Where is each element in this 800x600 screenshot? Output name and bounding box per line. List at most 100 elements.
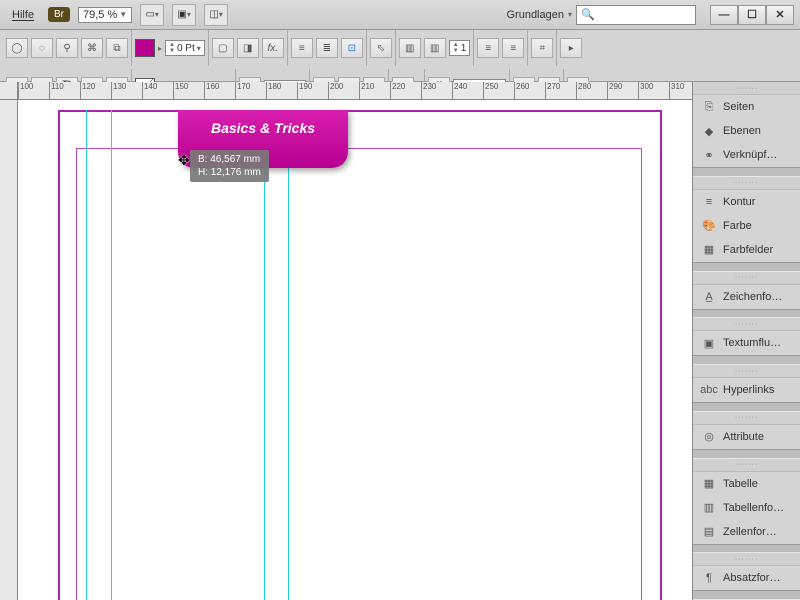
panel-hyperlinks-icon: abc	[701, 383, 717, 397]
panel-label: Hyperlinks	[723, 384, 774, 396]
page-area[interactable]: Basics & Tricks ✥ B: 46,567 mm H: 12,176…	[18, 100, 692, 600]
fx-icon[interactable]: ▢	[212, 38, 234, 58]
close-button[interactable]: ✕	[766, 5, 794, 25]
ruler-tick: 240	[452, 82, 467, 100]
panel-attributes[interactable]: ◎ Attribute	[693, 425, 800, 449]
panel-label: Absatzfor…	[723, 572, 780, 584]
panel-grip[interactable]: ·······	[693, 177, 800, 190]
panel-grip[interactable]: ·······	[693, 553, 800, 566]
fx-icon[interactable]: ◨	[237, 38, 259, 58]
view-mode-3[interactable]: ◫▾	[204, 4, 228, 26]
maximize-button[interactable]: ☐	[738, 5, 766, 25]
menubar: Hilfe Br 79,5 %▼ ▭▾ ▣▾ ◫▾ Grundlagen▾ 🔍 …	[0, 0, 800, 30]
ruler-tick: 260	[514, 82, 529, 100]
more-icon[interactable]: ▸	[560, 38, 582, 58]
panel-links[interactable]: ⚭Verknüpf…	[693, 143, 800, 167]
transform-icon[interactable]: ⌗	[531, 38, 553, 58]
ruler-tick: 180	[266, 82, 281, 100]
ruler-tick: 140	[142, 82, 157, 100]
columns-count[interactable]: ▲▼1	[449, 40, 471, 56]
columns-icon[interactable]: ▥	[424, 38, 446, 58]
ruler-tick: 160	[204, 82, 219, 100]
panel-label: Seiten	[723, 101, 754, 113]
panel-grip[interactable]: ·······	[693, 82, 800, 95]
align-icon[interactable]: ≡	[291, 38, 313, 58]
tool-icon[interactable]: ◯	[6, 38, 28, 58]
document-canvas[interactable]: 1001101201301401501601701801902002102202…	[0, 82, 692, 600]
align-icon[interactable]: ≣	[316, 38, 338, 58]
panel-tablestyles[interactable]: ▥ Tabellenfo…	[693, 496, 800, 520]
minimize-button[interactable]: —	[710, 5, 738, 25]
panel-grip[interactable]: ·······	[693, 272, 800, 285]
align-icon[interactable]: ⊡	[341, 38, 363, 58]
stroke-weight[interactable]: ▲▼0 Pt▾	[165, 40, 205, 56]
list-icon[interactable]: ≡	[502, 38, 524, 58]
panel-label: Tabelle	[723, 478, 758, 490]
menu-help[interactable]: Hilfe	[6, 6, 40, 24]
ruler-origin[interactable]	[0, 82, 18, 100]
panel-pages[interactable]: ⎘ Seiten	[693, 95, 800, 119]
panel-table[interactable]: ▦Tabelle	[693, 472, 800, 496]
tool-icon[interactable]: ◌	[31, 38, 53, 58]
panel-color-icon: 🎨	[701, 219, 717, 233]
ruler-vertical[interactable]	[0, 100, 18, 600]
panel-label: Farbfelder	[723, 244, 773, 256]
panel-grip[interactable]: ·······	[693, 365, 800, 378]
guide-vertical[interactable]	[264, 110, 265, 600]
anchor-icon[interactable]: ⚲	[56, 38, 78, 58]
workspace-selector[interactable]: Grundlagen▾	[506, 9, 572, 21]
ruler-tick: 310	[669, 82, 684, 100]
panel-tablestyles-icon: ▥	[701, 501, 717, 515]
panel-cellstyles-icon: ▤	[701, 525, 717, 539]
tool-icon[interactable]: ⌘	[81, 38, 103, 58]
panel-label: Zeichenfo…	[723, 291, 782, 303]
control-bar: ◯ ◌ ⚲ ⌘ ⧉ ▸ ▲▼0 Pt▾ ▢ ◨ fx. ≡ ≣ ⊡ ⬁ ▥ ▥ …	[0, 30, 800, 82]
panel-label: Farbe	[723, 220, 752, 232]
ruler-tick: 170	[235, 82, 250, 100]
panel-attributes-icon: ◎	[701, 430, 717, 444]
panel-textwrap-icon: ▣	[701, 336, 717, 350]
panel-parastyles[interactable]: ¶ Absatzfor…	[693, 566, 800, 590]
guide-vertical[interactable]	[111, 110, 112, 600]
panel-textwrap[interactable]: ▣ Textumflu…	[693, 331, 800, 355]
panel-stroke[interactable]: ≡Kontur	[693, 190, 800, 214]
tab-title: Basics & Tricks	[211, 120, 315, 136]
ruler-tick: 120	[80, 82, 95, 100]
tool-icon[interactable]: ⧉	[106, 38, 128, 58]
ruler-horizontal[interactable]: 1001101201301401501601701801902002102202…	[18, 82, 692, 100]
move-cursor-icon: ✥	[178, 152, 190, 169]
search-input[interactable]: 🔍	[576, 5, 696, 25]
guide-vertical[interactable]	[86, 110, 87, 600]
panel-label: Zellenfor…	[723, 526, 777, 538]
view-mode-2[interactable]: ▣▾	[172, 4, 196, 26]
panel-label: Ebenen	[723, 125, 761, 137]
panel-grip[interactable]: ·······	[693, 412, 800, 425]
fx-button[interactable]: fx.	[262, 38, 284, 58]
panel-grip[interactable]: ·······	[693, 318, 800, 331]
panel-swatches[interactable]: ▦Farbfelder	[693, 238, 800, 262]
panel-layers[interactable]: ◆Ebenen	[693, 119, 800, 143]
panel-charstyles[interactable]: A̲Zeichenfo…	[693, 285, 800, 309]
panel-label: Textumflu…	[723, 337, 781, 349]
wrap-icon[interactable]: ⬁	[370, 38, 392, 58]
list-icon[interactable]: ≡	[477, 38, 499, 58]
ruler-tick: 110	[49, 82, 64, 100]
panel-hyperlinks[interactable]: abc Hyperlinks	[693, 378, 800, 402]
panel-color[interactable]: 🎨 Farbe	[693, 214, 800, 238]
panel-parastyles-icon: ¶	[701, 571, 717, 585]
zoom-level[interactable]: 79,5 %▼	[78, 7, 132, 23]
columns-icon[interactable]: ▥	[399, 38, 421, 58]
bridge-button[interactable]: Br	[48, 7, 70, 22]
panel-grip[interactable]: ·······	[693, 459, 800, 472]
panel-label: Tabellenfo…	[723, 502, 784, 514]
chevron-down-icon: ▼	[119, 10, 127, 19]
panel-cellstyles[interactable]: ▤ Zellenfor…	[693, 520, 800, 544]
guide-vertical[interactable]	[288, 110, 289, 600]
ruler-tick: 210	[359, 82, 374, 100]
panel-label: Kontur	[723, 196, 755, 208]
ruler-tick: 150	[173, 82, 188, 100]
panel-label: Attribute	[723, 431, 764, 443]
fill-swatch[interactable]	[135, 39, 155, 57]
view-mode-1[interactable]: ▭▾	[140, 4, 164, 26]
panel-pages-icon: ⎘	[701, 100, 717, 114]
